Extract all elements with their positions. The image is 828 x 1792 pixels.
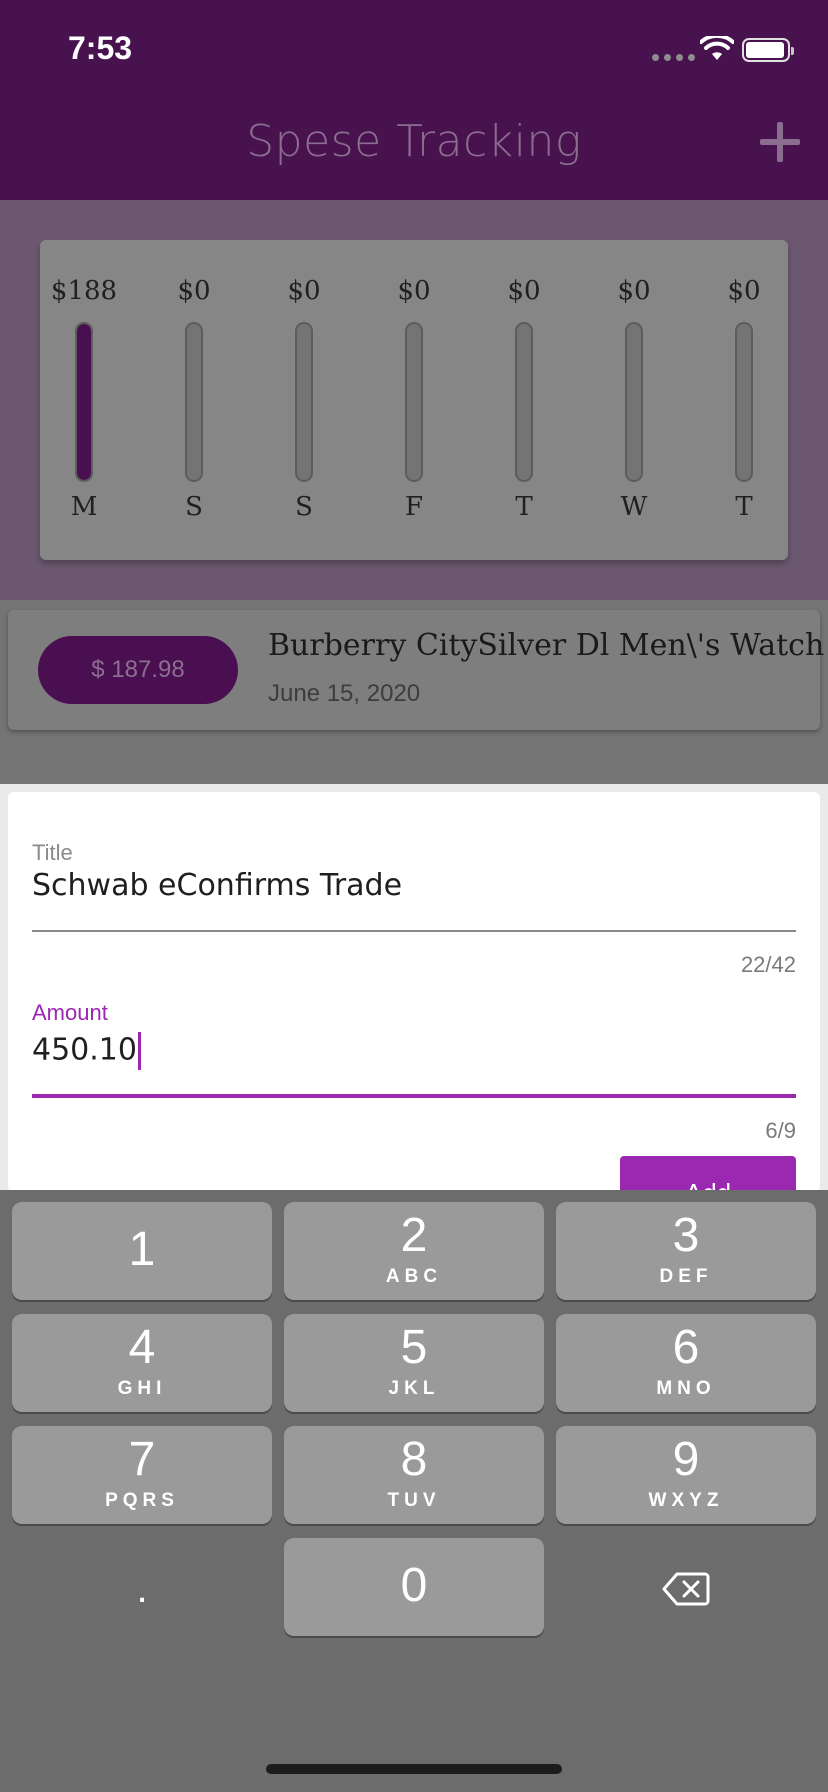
transaction-list-item[interactable]: $ 187.98 Burberry CitySilver Dl Men\'s W… — [8, 610, 824, 730]
chart-day-label: T — [735, 492, 753, 522]
key-digit: 7 — [128, 1433, 156, 1486]
key-decimal-label: . — [136, 1567, 148, 1611]
amount-field[interactable]: 450.10 — [32, 1032, 141, 1070]
key-digit: 5 — [400, 1321, 428, 1374]
app-title: Spese Tracking — [246, 116, 582, 167]
transaction-amount-badge: $ 187.98 — [38, 636, 238, 704]
backspace-icon — [662, 1572, 710, 1606]
key-letters: DEF — [659, 1266, 713, 1287]
new-transaction-sheet: Title Schwab eConfirms Trade 22/42 Amoun… — [8, 792, 820, 1192]
chart-bar-amount-label: $0 — [177, 276, 211, 306]
chart-bar-track — [185, 322, 203, 482]
key-2[interactable]: 2 ABC — [284, 1202, 544, 1300]
key-digit: 4 — [128, 1321, 156, 1374]
key-4[interactable]: 4 GHI — [12, 1314, 272, 1412]
key-0[interactable]: 0 — [284, 1538, 544, 1636]
status-bar: 7:53 — [0, 0, 828, 96]
text-caret — [137, 1032, 141, 1070]
chart-bar-track — [515, 322, 533, 482]
chart-bar-column: $0 F — [374, 240, 454, 560]
chart-bar-amount-label: $0 — [727, 276, 761, 306]
chart-bar-amount-label: $0 — [507, 276, 541, 306]
app-bar: Spese Tracking — [0, 96, 828, 200]
chart-bar-track — [625, 322, 643, 482]
key-9[interactable]: 9 WXYZ — [556, 1426, 816, 1524]
key-letters: WXYZ — [648, 1490, 724, 1511]
chart-bar-track — [75, 322, 93, 482]
key-letters: GHI — [117, 1378, 167, 1399]
amount-char-counter: 6/9 — [765, 1118, 796, 1143]
key-letters: JKL — [388, 1378, 440, 1399]
weekly-chart-card: $188 M $0 S $0 S $0 F $0 T $0 W $0 T — [40, 240, 788, 560]
chart-day-label: S — [295, 492, 313, 522]
home-indicator — [266, 1764, 562, 1774]
chart-bar-track — [295, 322, 313, 482]
chart-day-label: S — [185, 492, 203, 522]
title-field-label: Title — [32, 840, 73, 865]
key-6[interactable]: 6 MNO — [556, 1314, 816, 1412]
key-digit: 6 — [672, 1321, 700, 1374]
chart-day-label: W — [620, 492, 648, 522]
cellular-signal-icon — [652, 54, 695, 61]
amount-field-underline — [32, 1094, 796, 1098]
title-field-underline — [32, 930, 796, 932]
key-digit: 0 — [400, 1559, 428, 1612]
title-char-counter: 22/42 — [740, 952, 796, 977]
chart-area: $188 M $0 S $0 S $0 F $0 T $0 W $0 T — [0, 200, 828, 600]
key-5[interactable]: 5 JKL — [284, 1314, 544, 1412]
transaction-title: Burberry CitySilver Dl Men\'s Watch — [268, 628, 825, 663]
transaction-date: June 15, 2020 — [268, 680, 421, 707]
chart-bar-column: $0 S — [154, 240, 234, 560]
key-letters: TUV — [387, 1490, 441, 1511]
chart-bar-column: $0 W — [594, 240, 674, 560]
key-digit: 3 — [672, 1209, 700, 1262]
chart-bar-column: $0 S — [264, 240, 344, 560]
chart-bar-amount-label: $0 — [397, 276, 431, 306]
key-letters: PQRS — [105, 1490, 179, 1511]
key-1[interactable]: 1 — [12, 1202, 272, 1300]
amount-field-label: Amount — [32, 1000, 108, 1025]
chart-day-label: T — [515, 492, 533, 522]
wifi-icon — [700, 36, 734, 60]
key-digit: 8 — [400, 1433, 428, 1486]
status-time: 7:53 — [68, 30, 133, 66]
key-decimal[interactable]: . — [12, 1540, 272, 1638]
chart-bar-amount-label: $0 — [617, 276, 651, 306]
key-letters: ABC — [385, 1266, 443, 1287]
key-8[interactable]: 8 TUV — [284, 1426, 544, 1524]
chart-bar — [77, 324, 91, 480]
chart-bar-column: $188 M — [44, 240, 124, 560]
title-field[interactable]: Schwab eConfirms Trade — [32, 868, 402, 903]
key-digit: 1 — [128, 1223, 156, 1276]
chart-bar-amount-label: $188 — [50, 276, 118, 306]
chart-day-label: F — [404, 492, 424, 522]
key-backspace[interactable] — [556, 1540, 816, 1638]
chart-bar-column: $0 T — [484, 240, 564, 560]
add-button[interactable]: Add — [620, 1156, 796, 1192]
key-letters: MNO — [656, 1378, 716, 1399]
chart-day-label: M — [70, 492, 98, 522]
key-digit: 2 — [400, 1209, 428, 1262]
plus-icon[interactable] — [760, 122, 800, 162]
chart-bar-track — [735, 322, 753, 482]
battery-icon — [742, 38, 794, 62]
main-content: $188 M $0 S $0 S $0 F $0 T $0 W $0 T $ 187.98 Burberr… — [0, 200, 828, 784]
amount-field-value: 450.10 — [32, 1032, 137, 1068]
chart-bar-track — [405, 322, 423, 482]
chart-bar-column: $0 T — [704, 240, 784, 560]
chart-bar-amount-label: $0 — [287, 276, 321, 306]
key-3[interactable]: 3 DEF — [556, 1202, 816, 1300]
key-7[interactable]: 7 PQRS — [12, 1426, 272, 1524]
key-digit: 9 — [672, 1433, 700, 1486]
